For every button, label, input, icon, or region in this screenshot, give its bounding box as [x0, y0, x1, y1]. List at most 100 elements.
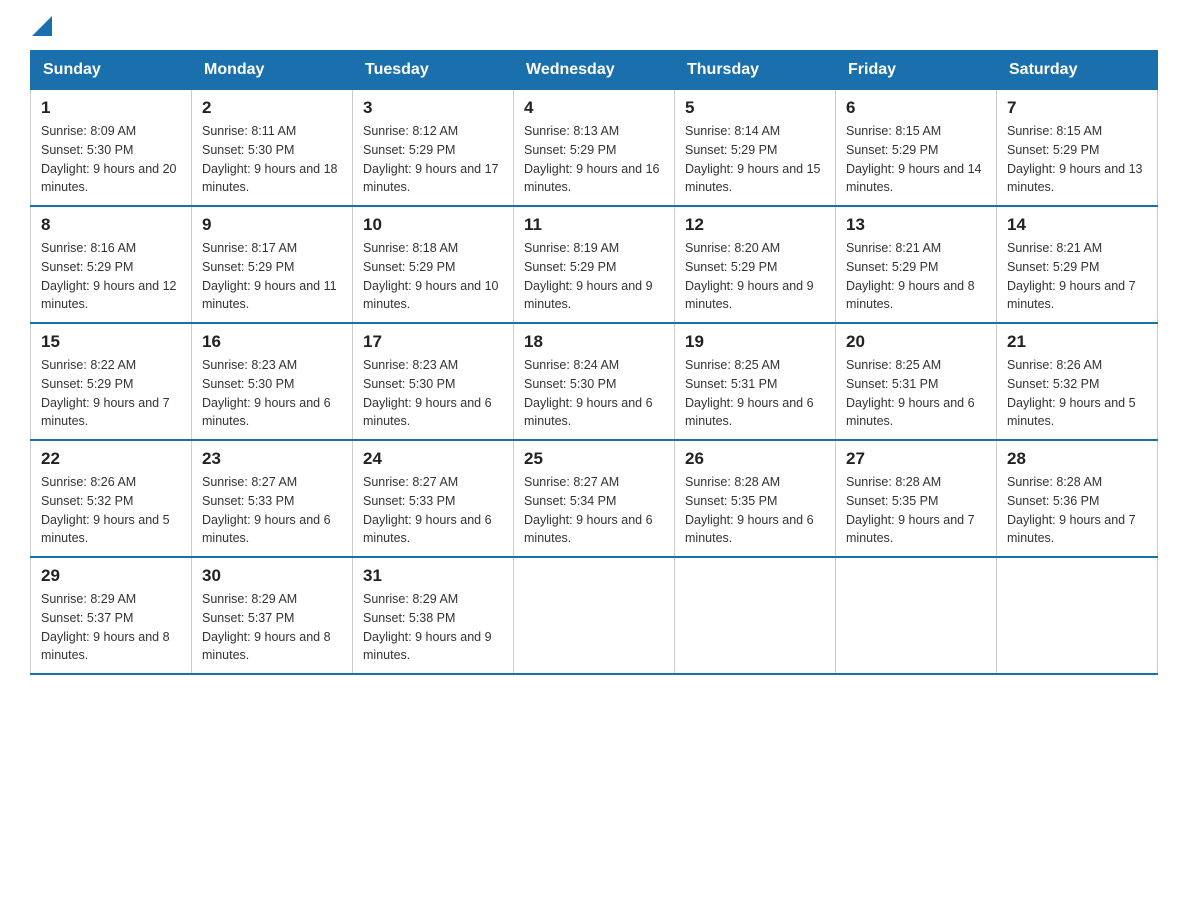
calendar-day-cell: 30Sunrise: 8:29 AMSunset: 5:37 PMDayligh… [192, 557, 353, 674]
calendar-day-cell: 16 Sunrise: 8:23 AMSunset: 5:30 PMDayligh… [192, 323, 353, 440]
calendar-header-row: SundayMondayTuesdayWednesdayThursdayFrid… [31, 51, 1158, 90]
day-of-week-header: Wednesday [514, 51, 675, 90]
calendar-week-row: 22 Sunrise: 8:26 AMSunset: 5:32 PMDayligh… [31, 440, 1158, 557]
day-number: 29 [41, 566, 181, 586]
calendar-day-cell: 15Sunrise: 8:22 AMSunset: 5:29 PMDayligh… [31, 323, 192, 440]
calendar-day-cell: 14 Sunrise: 8:21 AMSunset: 5:29 PMDayligh… [997, 206, 1158, 323]
calendar-day-cell: 7 Sunrise: 8:15 AMSunset: 5:29 PMDaylight… [997, 90, 1158, 207]
day-number: 20 [846, 332, 986, 352]
logo [30, 20, 52, 40]
day-number: 10 [363, 215, 503, 235]
day-number: 14 [1007, 215, 1147, 235]
day-of-week-header: Monday [192, 51, 353, 90]
calendar-day-cell: 25 Sunrise: 8:27 AMSunset: 5:34 PMDayligh… [514, 440, 675, 557]
calendar-day-cell: 6 Sunrise: 8:15 AMSunset: 5:29 PMDaylight… [836, 90, 997, 207]
calendar-day-cell: 3 Sunrise: 8:12 AMSunset: 5:29 PMDaylight… [353, 90, 514, 207]
day-number: 19 [685, 332, 825, 352]
day-sun-info: Sunrise: 8:26 AMSunset: 5:32 PMDaylight:… [1007, 356, 1147, 431]
day-sun-info: Sunrise: 8:23 AMSunset: 5:30 PMDaylight:… [363, 356, 503, 431]
day-number: 11 [524, 215, 664, 235]
calendar-day-cell: 11 Sunrise: 8:19 AMSunset: 5:29 PMDayligh… [514, 206, 675, 323]
day-number: 28 [1007, 449, 1147, 469]
day-number: 30 [202, 566, 342, 586]
day-sun-info: Sunrise: 8:27 AMSunset: 5:34 PMDaylight:… [524, 473, 664, 548]
day-number: 24 [363, 449, 503, 469]
day-sun-info: Sunrise: 8:09 AMSunset: 5:30 PMDaylight:… [41, 122, 181, 197]
day-sun-info: Sunrise: 8:11 AMSunset: 5:30 PMDaylight:… [202, 122, 342, 197]
calendar-day-cell [514, 557, 675, 674]
day-sun-info: Sunrise: 8:19 AMSunset: 5:29 PMDaylight:… [524, 239, 664, 314]
calendar-day-cell: 24 Sunrise: 8:27 AMSunset: 5:33 PMDayligh… [353, 440, 514, 557]
day-sun-info: Sunrise: 8:15 AMSunset: 5:29 PMDaylight:… [846, 122, 986, 197]
calendar-day-cell: 12Sunrise: 8:20 AMSunset: 5:29 PMDayligh… [675, 206, 836, 323]
day-sun-info: Sunrise: 8:21 AMSunset: 5:29 PMDaylight:… [1007, 239, 1147, 314]
day-sun-info: Sunrise: 8:14 AMSunset: 5:29 PMDaylight:… [685, 122, 825, 197]
day-number: 23 [202, 449, 342, 469]
calendar-day-cell: 19 Sunrise: 8:25 AMSunset: 5:31 PMDayligh… [675, 323, 836, 440]
day-of-week-header: Thursday [675, 51, 836, 90]
calendar-day-cell: 31 Sunrise: 8:29 AMSunset: 5:38 PMDayligh… [353, 557, 514, 674]
day-sun-info: Sunrise: 8:25 AMSunset: 5:31 PMDaylight:… [846, 356, 986, 431]
day-number: 17 [363, 332, 503, 352]
calendar-day-cell [675, 557, 836, 674]
day-number: 31 [363, 566, 503, 586]
day-sun-info: Sunrise: 8:24 AMSunset: 5:30 PMDaylight:… [524, 356, 664, 431]
day-number: 2 [202, 98, 342, 118]
calendar-day-cell: 22 Sunrise: 8:26 AMSunset: 5:32 PMDayligh… [31, 440, 192, 557]
day-sun-info: Sunrise: 8:26 AMSunset: 5:32 PMDaylight:… [41, 473, 181, 548]
day-number: 5 [685, 98, 825, 118]
day-number: 21 [1007, 332, 1147, 352]
day-sun-info: Sunrise: 8:13 AMSunset: 5:29 PMDaylight:… [524, 122, 664, 197]
calendar-week-row: 1Sunrise: 8:09 AMSunset: 5:30 PMDaylight… [31, 90, 1158, 207]
day-sun-info: Sunrise: 8:18 AMSunset: 5:29 PMDaylight:… [363, 239, 503, 314]
calendar-day-cell: 27 Sunrise: 8:28 AMSunset: 5:35 PMDayligh… [836, 440, 997, 557]
calendar-week-row: 8 Sunrise: 8:16 AMSunset: 5:29 PMDaylight… [31, 206, 1158, 323]
calendar-day-cell: 29 Sunrise: 8:29 AMSunset: 5:37 PMDayligh… [31, 557, 192, 674]
calendar-day-cell: 8 Sunrise: 8:16 AMSunset: 5:29 PMDaylight… [31, 206, 192, 323]
day-number: 8 [41, 215, 181, 235]
calendar-day-cell: 13Sunrise: 8:21 AMSunset: 5:29 PMDayligh… [836, 206, 997, 323]
day-number: 22 [41, 449, 181, 469]
day-number: 9 [202, 215, 342, 235]
day-number: 7 [1007, 98, 1147, 118]
calendar-day-cell: 5 Sunrise: 8:14 AMSunset: 5:29 PMDaylight… [675, 90, 836, 207]
day-number: 6 [846, 98, 986, 118]
day-number: 15 [41, 332, 181, 352]
calendar-day-cell: 9 Sunrise: 8:17 AMSunset: 5:29 PMDaylight… [192, 206, 353, 323]
day-sun-info: Sunrise: 8:28 AMSunset: 5:35 PMDaylight:… [846, 473, 986, 548]
day-sun-info: Sunrise: 8:25 AMSunset: 5:31 PMDaylight:… [685, 356, 825, 431]
day-sun-info: Sunrise: 8:29 AMSunset: 5:38 PMDaylight:… [363, 590, 503, 665]
calendar-week-row: 15Sunrise: 8:22 AMSunset: 5:29 PMDayligh… [31, 323, 1158, 440]
day-sun-info: Sunrise: 8:15 AMSunset: 5:29 PMDaylight:… [1007, 122, 1147, 197]
day-sun-info: Sunrise: 8:16 AMSunset: 5:29 PMDaylight:… [41, 239, 181, 314]
day-sun-info: Sunrise: 8:12 AMSunset: 5:29 PMDaylight:… [363, 122, 503, 197]
day-number: 3 [363, 98, 503, 118]
day-number: 25 [524, 449, 664, 469]
day-of-week-header: Sunday [31, 51, 192, 90]
day-number: 13 [846, 215, 986, 235]
day-number: 16 [202, 332, 342, 352]
logo-arrow-icon [32, 16, 52, 36]
day-of-week-header: Tuesday [353, 51, 514, 90]
page-header [30, 20, 1158, 40]
day-sun-info: Sunrise: 8:27 AMSunset: 5:33 PMDaylight:… [363, 473, 503, 548]
day-number: 26 [685, 449, 825, 469]
day-sun-info: Sunrise: 8:17 AMSunset: 5:29 PMDaylight:… [202, 239, 342, 314]
calendar-day-cell: 26Sunrise: 8:28 AMSunset: 5:35 PMDayligh… [675, 440, 836, 557]
day-sun-info: Sunrise: 8:27 AMSunset: 5:33 PMDaylight:… [202, 473, 342, 548]
calendar-day-cell [997, 557, 1158, 674]
calendar-day-cell: 18Sunrise: 8:24 AMSunset: 5:30 PMDayligh… [514, 323, 675, 440]
calendar-day-cell: 10 Sunrise: 8:18 AMSunset: 5:29 PMDayligh… [353, 206, 514, 323]
calendar-day-cell: 2 Sunrise: 8:11 AMSunset: 5:30 PMDaylight… [192, 90, 353, 207]
day-sun-info: Sunrise: 8:28 AMSunset: 5:36 PMDaylight:… [1007, 473, 1147, 548]
day-number: 12 [685, 215, 825, 235]
calendar-day-cell: 23 Sunrise: 8:27 AMSunset: 5:33 PMDayligh… [192, 440, 353, 557]
day-of-week-header: Friday [836, 51, 997, 90]
day-number: 4 [524, 98, 664, 118]
day-number: 27 [846, 449, 986, 469]
calendar-day-cell: 21 Sunrise: 8:26 AMSunset: 5:32 PMDayligh… [997, 323, 1158, 440]
day-sun-info: Sunrise: 8:29 AMSunset: 5:37 PMDaylight:… [41, 590, 181, 665]
day-sun-info: Sunrise: 8:23 AMSunset: 5:30 PMDaylight:… [202, 356, 342, 431]
calendar-day-cell: 17 Sunrise: 8:23 AMSunset: 5:30 PMDayligh… [353, 323, 514, 440]
calendar-day-cell: 20 Sunrise: 8:25 AMSunset: 5:31 PMDayligh… [836, 323, 997, 440]
